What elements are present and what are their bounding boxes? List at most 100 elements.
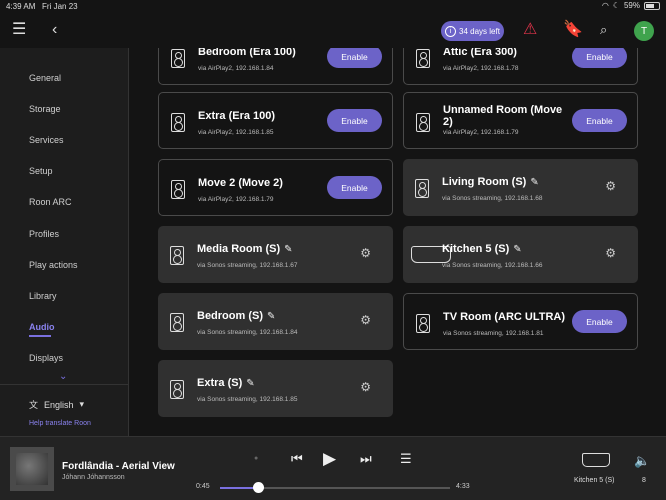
- device-subtitle: via Sonos streaming, 192.168.1.84: [197, 329, 298, 336]
- warning-icon[interactable]: ⚠: [523, 22, 537, 38]
- soundbar-icon[interactable]: [582, 453, 610, 467]
- speaker-icon: [171, 49, 185, 68]
- caret-down-icon: ▾: [79, 399, 85, 409]
- device-card[interactable]: Bedroom (S) ✎ via Sonos streaming, 192.16…: [158, 293, 393, 350]
- gear-icon[interactable]: ⚙: [360, 380, 371, 394]
- album-art[interactable]: [10, 447, 54, 491]
- progress-knob[interactable]: [252, 482, 264, 493]
- active-indicator: [29, 335, 51, 337]
- speaker-icon: [416, 113, 430, 132]
- device-card[interactable]: Attic (Era 300) via AirPlay2, 192.168.1.…: [403, 48, 638, 85]
- speaker-icon: [415, 179, 429, 198]
- moon-icon: ☾: [612, 1, 620, 10]
- pencil-icon[interactable]: ✎: [284, 244, 292, 255]
- status-bar: 4:39 AM Fri Jan 23 ◠ ☾ 59%: [0, 0, 666, 12]
- back-icon[interactable]: ‹: [52, 22, 57, 38]
- queue-icon[interactable]: ☰: [400, 451, 412, 467]
- gear-icon[interactable]: ⚙: [605, 179, 616, 193]
- speaker-icon: [416, 314, 430, 333]
- chevron-down-icon[interactable]: ⌄: [59, 371, 67, 382]
- search-icon[interactable]: ⌕: [600, 22, 607, 38]
- sidebar-item-setup[interactable]: Setup: [29, 166, 53, 176]
- device-title: Extra (S) ✎: [197, 377, 255, 389]
- speaker-icon: [170, 313, 184, 332]
- dot-icon: ●: [254, 455, 259, 462]
- speaker-icon: [416, 49, 430, 68]
- wifi-icon: ◠: [601, 1, 609, 10]
- enable-button[interactable]: Enable: [572, 109, 627, 132]
- device-subtitle: via AirPlay2, 192.168.1.79: [443, 129, 519, 136]
- track-artist[interactable]: Jóhann Jóhannsson: [62, 474, 125, 481]
- pencil-icon[interactable]: ✎: [246, 378, 254, 389]
- enable-button[interactable]: Enable: [327, 48, 382, 68]
- device-title: Media Room (S) ✎: [197, 243, 293, 255]
- sidebar-item-general[interactable]: General: [29, 73, 61, 83]
- device-card[interactable]: TV Room (ARC ULTRA) via Sonos streaming,…: [403, 293, 638, 350]
- sidebar-item-displays[interactable]: Displays: [29, 353, 63, 363]
- device-card[interactable]: Extra (S) ✎ via Sonos streaming, 192.168.…: [158, 360, 393, 417]
- status-time: 4:39 AM Fri Jan 23: [6, 2, 78, 11]
- status-right: ◠ ☾ 59%: [602, 1, 660, 10]
- pencil-icon[interactable]: ✎: [267, 311, 275, 322]
- sidebar-item-play-actions[interactable]: Play actions: [29, 260, 78, 270]
- sidebar-item-audio[interactable]: Audio: [29, 322, 55, 332]
- device-subtitle: via Sonos streaming, 192.168.1.66: [442, 262, 543, 269]
- pencil-icon[interactable]: ✎: [513, 244, 521, 255]
- device-title: Bedroom (S) ✎: [197, 310, 276, 322]
- pencil-icon[interactable]: ✎: [530, 177, 538, 188]
- zone-name[interactable]: Kitchen 5 (S): [574, 477, 614, 484]
- device-card[interactable]: Living Room (S) ✎ via Sonos streaming, 19…: [403, 159, 638, 216]
- device-subtitle: via AirPlay2, 192.168.1.78: [443, 65, 519, 72]
- audio-devices-grid: Bedroom (Era 100) via AirPlay2, 192.168.…: [130, 48, 666, 436]
- now-playing-bar: Fordlândia - Aerial View Jóhann Jóhannss…: [0, 436, 666, 500]
- sidebar-item-storage[interactable]: Storage: [29, 104, 61, 114]
- device-subtitle: via AirPlay2, 192.168.1.79: [198, 196, 274, 203]
- sidebar-item-services[interactable]: Services: [29, 135, 64, 145]
- enable-button[interactable]: Enable: [572, 48, 627, 68]
- previous-icon[interactable]: ⏮: [291, 451, 303, 467]
- battery-icon: [644, 1, 660, 10]
- gear-icon[interactable]: ⚙: [605, 246, 616, 260]
- speaker-icon: [170, 380, 184, 399]
- track-title[interactable]: Fordlândia - Aerial View: [62, 461, 175, 472]
- device-title: TV Room (ARC ULTRA): [443, 311, 565, 323]
- device-subtitle: via Sonos streaming, 192.168.1.67: [197, 262, 298, 269]
- device-title: Move 2 (Move 2): [198, 177, 283, 189]
- menu-icon[interactable]: ☰: [12, 22, 26, 38]
- top-bar: ☰ ‹ i 34 days left ⚠ 🔖 ⌕ T: [0, 14, 666, 48]
- speaker-icon: [171, 180, 185, 199]
- duration-time: 4:33: [456, 483, 470, 490]
- device-card[interactable]: Media Room (S) ✎ via Sonos streaming, 192…: [158, 226, 393, 283]
- speaker-icon: [171, 113, 185, 132]
- language-selector[interactable]: 文 English ▾: [29, 398, 84, 411]
- sidebar-item-library[interactable]: Library: [29, 291, 57, 301]
- device-title: Bedroom (Era 100): [198, 48, 296, 58]
- device-card[interactable]: Kitchen 5 (S) ✎ via Sonos streaming, 192.…: [403, 226, 638, 283]
- enable-button[interactable]: Enable: [327, 109, 382, 132]
- sidebar-item-roon-arc[interactable]: Roon ARC: [29, 197, 72, 207]
- device-card[interactable]: Unnamed Room (Move 2) via AirPlay2, 192.…: [403, 92, 638, 149]
- device-subtitle: via Sonos streaming, 192.168.1.85: [197, 396, 298, 403]
- device-card[interactable]: Extra (Era 100) via AirPlay2, 192.168.1.…: [158, 92, 393, 149]
- volume-icon[interactable]: 🔈: [634, 453, 650, 469]
- gear-icon[interactable]: ⚙: [360, 313, 371, 327]
- device-card[interactable]: Move 2 (Move 2) via AirPlay2, 192.168.1.…: [158, 159, 393, 216]
- help-translate-link[interactable]: Help translate Roon: [29, 420, 91, 427]
- sidebar-item-profiles[interactable]: Profiles: [29, 229, 59, 239]
- device-card[interactable]: Bedroom (Era 100) via AirPlay2, 192.168.…: [158, 48, 393, 85]
- device-subtitle: via AirPlay2, 192.168.1.84: [198, 65, 274, 72]
- info-icon: i: [445, 25, 457, 37]
- play-icon[interactable]: ▶: [323, 449, 336, 469]
- gear-icon[interactable]: ⚙: [360, 246, 371, 260]
- progress-slider[interactable]: [220, 482, 450, 493]
- enable-button[interactable]: Enable: [572, 310, 627, 333]
- bookmark-icon[interactable]: 🔖: [563, 22, 583, 38]
- device-subtitle: via AirPlay2, 192.168.1.85: [198, 129, 274, 136]
- avatar[interactable]: T: [634, 21, 654, 41]
- device-subtitle: via Sonos streaming, 192.168.1.68: [442, 195, 543, 202]
- next-icon[interactable]: ⏭: [360, 451, 372, 467]
- trial-badge[interactable]: i 34 days left: [441, 21, 504, 41]
- device-title: Extra (Era 100): [198, 110, 276, 122]
- device-title: Kitchen 5 (S) ✎: [442, 243, 522, 255]
- enable-button[interactable]: Enable: [327, 176, 382, 199]
